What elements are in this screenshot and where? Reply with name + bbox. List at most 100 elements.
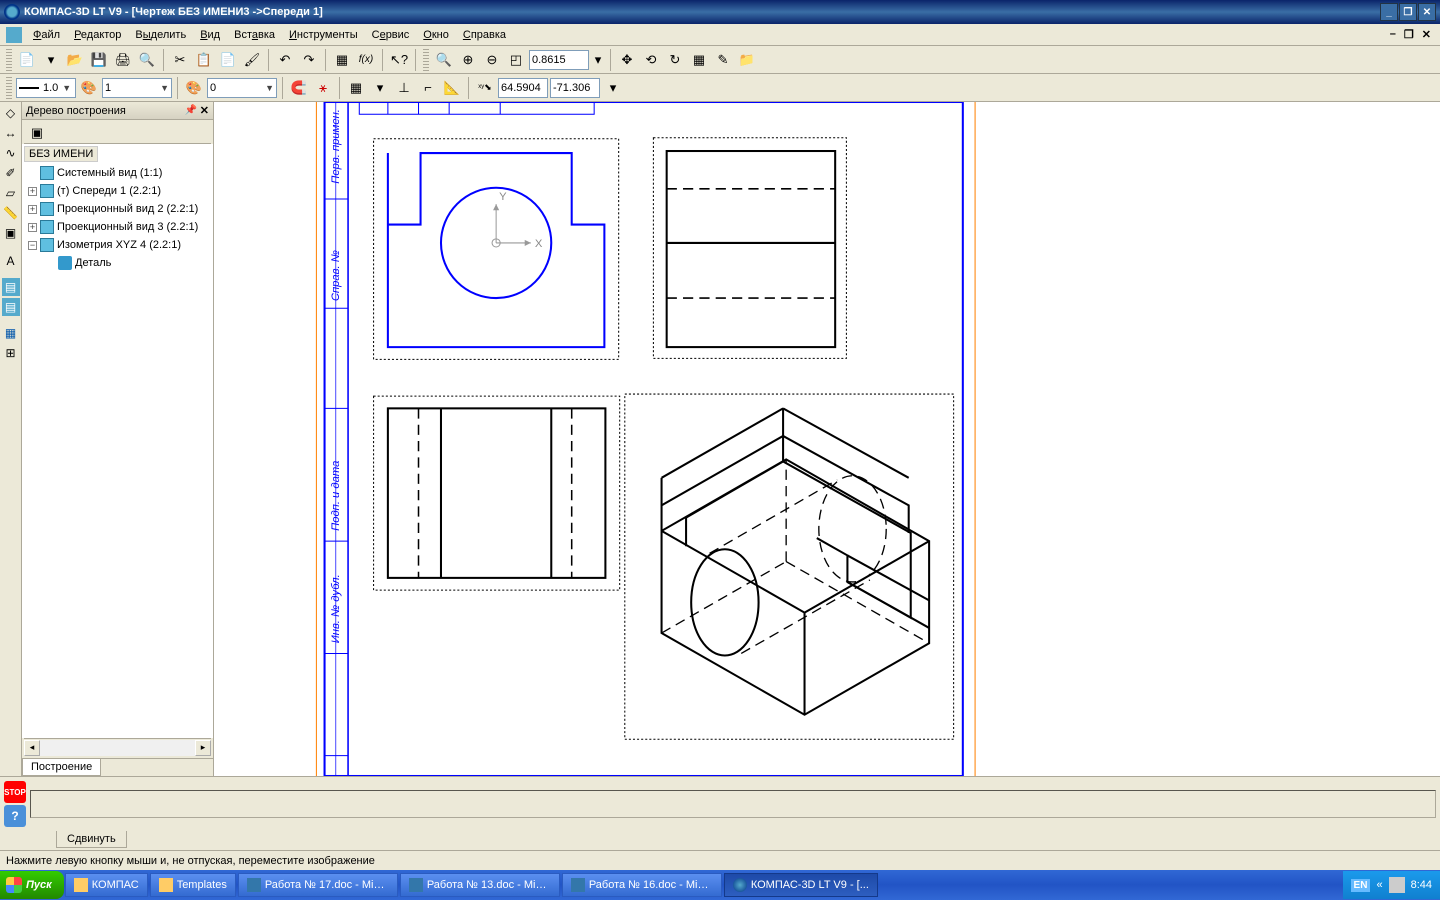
property-input-area[interactable]	[30, 790, 1436, 818]
toolbar-grip-2[interactable]	[423, 49, 429, 71]
new-button[interactable]: 📄	[16, 49, 38, 71]
dimensions-icon[interactable]: ↔	[2, 124, 20, 142]
clock[interactable]: 8:44	[1411, 879, 1432, 891]
menu-insert[interactable]: Вставка	[227, 26, 282, 44]
tray-monitor-icon[interactable]	[1389, 877, 1405, 893]
print-button[interactable]: 🖨	[112, 49, 134, 71]
save-button[interactable]: 💾	[88, 49, 110, 71]
grid-dropdown[interactable]: ▾	[369, 77, 391, 99]
measure-icon[interactable]: 📏	[2, 204, 20, 222]
zoom-window-button[interactable]: ◰	[505, 49, 527, 71]
tree-mode-icon[interactable]: ▣	[28, 124, 46, 142]
edit-sketch-button[interactable]: ✎	[712, 49, 734, 71]
zoom-value-input[interactable]	[529, 50, 589, 70]
taskbar-item-kompas-folder[interactable]: КОМПАС	[65, 873, 148, 897]
ortho-button[interactable]: ⊥	[393, 77, 415, 99]
mdi-minimize[interactable]: –	[1387, 28, 1399, 41]
show-all-button[interactable]: ▦	[688, 49, 710, 71]
tree-node-proj3[interactable]: +Проекционный вид 3 (2.2:1)	[24, 218, 211, 236]
toolbar-grip[interactable]	[6, 49, 12, 71]
toolbar-grip-3[interactable]	[6, 77, 12, 99]
pan-button[interactable]: ✥	[616, 49, 638, 71]
menu-service[interactable]: Сервис	[365, 26, 417, 44]
undo-button[interactable]: ↶	[274, 49, 296, 71]
select-icon[interactable]: ▣	[2, 224, 20, 242]
preview-button[interactable]: 🔍	[136, 49, 158, 71]
menu-window[interactable]: Окно	[416, 26, 456, 44]
zoom-in-button[interactable]: ⊕	[457, 49, 479, 71]
insert2-icon[interactable]: ⊞	[2, 344, 20, 362]
color-layers-icon[interactable]: 🎨	[183, 77, 205, 99]
round-button[interactable]: ⌐	[417, 77, 439, 99]
mdi-close[interactable]: ✕	[1419, 28, 1434, 41]
menu-editor[interactable]: Редактор	[67, 26, 128, 44]
tree-root[interactable]: БЕЗ ИМЕНИ	[24, 146, 98, 162]
maximize-button[interactable]: ❐	[1399, 3, 1417, 21]
grid-button[interactable]: ▦	[345, 77, 367, 99]
params-icon[interactable]: ▱	[2, 184, 20, 202]
geometry-icon[interactable]: ◇	[2, 104, 20, 122]
snap-off-toggle[interactable]: ⚹	[312, 77, 334, 99]
taskbar-item-doc13[interactable]: Работа № 13.doc - Micr...	[400, 873, 560, 897]
taskbar-item-doc17[interactable]: Работа № 17.doc - Micr...	[238, 873, 398, 897]
edit-icon[interactable]: ✐	[2, 164, 20, 182]
menu-select[interactable]: Выделить	[128, 26, 193, 44]
cut-button[interactable]: ✂	[169, 49, 191, 71]
mdi-restore[interactable]: ❐	[1401, 28, 1417, 41]
menu-help[interactable]: Справка	[456, 26, 513, 44]
stop-button[interactable]: STOP	[4, 781, 26, 803]
folder-button[interactable]: 📁	[736, 49, 758, 71]
layer-status-icon[interactable]: 🎨	[78, 77, 100, 99]
scroll-left-button[interactable]: ◂	[24, 740, 40, 756]
refresh-button[interactable]: ↻	[664, 49, 686, 71]
drawing-canvas[interactable]: Перв. примен. Справ. № Подп. и дата Инв.…	[214, 102, 1440, 776]
assoc-icon[interactable]: A	[2, 252, 20, 270]
tree-tab-build[interactable]: Построение	[22, 759, 101, 776]
tree-node-iso[interactable]: −Изометрия XYZ 4 (2.2:1)	[24, 236, 211, 254]
menu-tools[interactable]: Инструменты	[282, 26, 365, 44]
start-button[interactable]: Пуск	[0, 871, 64, 899]
notation-icon[interactable]: ∿	[2, 144, 20, 162]
spec-icon[interactable]: ▤	[2, 278, 20, 296]
zoom-dropdown[interactable]: ▾	[591, 49, 605, 71]
copy-button[interactable]: 📋	[193, 49, 215, 71]
tree-node-front[interactable]: +(т) Спереди 1 (2.2:1)	[24, 182, 211, 200]
tray-expand-button[interactable]: «	[1376, 879, 1382, 891]
color-combo[interactable]: 0▼	[207, 78, 277, 98]
prop-help-button[interactable]: ?	[4, 805, 26, 827]
document-icon[interactable]	[6, 27, 22, 43]
tree-h-scrollbar[interactable]: ◂ ▸	[24, 738, 211, 756]
zoom-out-button[interactable]: ⊖	[481, 49, 503, 71]
copy-props-button[interactable]: 🖌	[241, 49, 263, 71]
tree-node-proj2[interactable]: +Проекционный вид 2 (2.2:1)	[24, 200, 211, 218]
close-button[interactable]: ✕	[1418, 3, 1436, 21]
tree-close-button[interactable]: ✕	[200, 104, 209, 117]
property-tab-move[interactable]: Сдвинуть	[56, 831, 127, 848]
taskbar-item-kompas-app[interactable]: КОМПАС-3D LT V9 - [...	[724, 873, 878, 897]
tree-node-detail[interactable]: Деталь	[24, 254, 211, 272]
menu-view[interactable]: Вид	[193, 26, 227, 44]
language-indicator[interactable]: EN	[1351, 879, 1371, 892]
coord-y-input[interactable]	[550, 78, 600, 98]
open-button[interactable]: 📂	[64, 49, 86, 71]
pin-icon[interactable]: 📌	[185, 105, 196, 116]
manager-button[interactable]: ▦	[331, 49, 353, 71]
scroll-right-button[interactable]: ▸	[195, 740, 211, 756]
menu-file[interactable]: Файл	[26, 26, 67, 44]
snap-toggle[interactable]: 🧲	[288, 77, 310, 99]
coord-x-input[interactable]	[498, 78, 548, 98]
local-cs-button[interactable]: 📐	[441, 77, 463, 99]
layer-combo[interactable]: 1▼	[102, 78, 172, 98]
paste-button[interactable]: 📄	[217, 49, 239, 71]
taskbar-item-doc16[interactable]: Работа № 16.doc - Micr...	[562, 873, 722, 897]
report-icon[interactable]: ▤	[2, 298, 20, 316]
new-dropdown[interactable]: ▾	[40, 49, 62, 71]
coord-dropdown[interactable]: ▾	[602, 77, 624, 99]
minimize-button[interactable]: _	[1380, 3, 1398, 21]
line-width-combo[interactable]: 1.0▼	[16, 78, 76, 98]
zoom-prev-button[interactable]: ⟲	[640, 49, 662, 71]
variables-button[interactable]: f(x)	[355, 49, 377, 71]
zoom-all-button[interactable]: 🔍	[433, 49, 455, 71]
taskbar-item-templates[interactable]: Templates	[150, 873, 236, 897]
tree-node-system-view[interactable]: Системный вид (1:1)	[24, 164, 211, 182]
